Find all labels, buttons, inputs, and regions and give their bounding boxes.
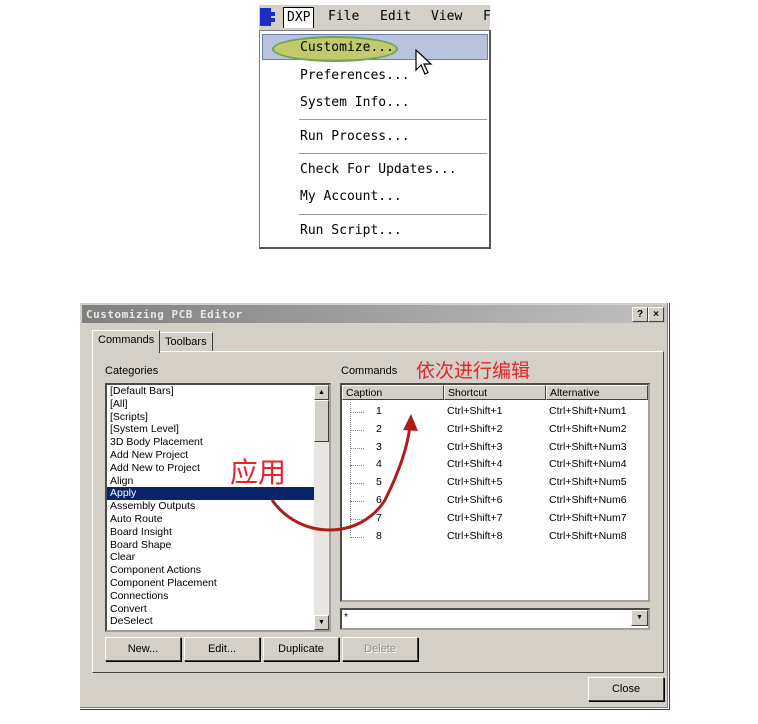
tab-commands[interactable]: Commands	[92, 330, 161, 353]
annotation-arrow-icon	[270, 414, 418, 532]
annotation-apply: 应用	[230, 456, 287, 489]
annotation-edit-in-order: 依次进行编辑	[416, 360, 531, 382]
